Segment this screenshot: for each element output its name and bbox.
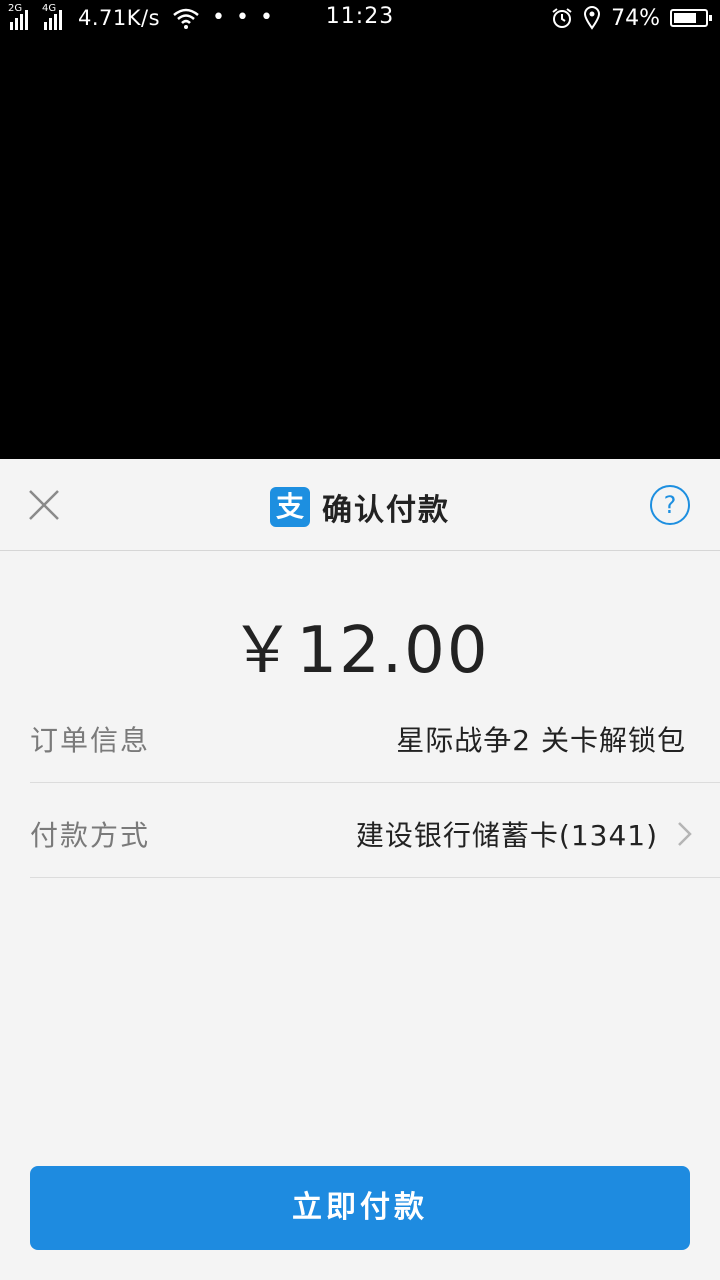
alipay-logo-icon: 支: [270, 487, 310, 527]
battery-percent: 74%: [611, 5, 660, 31]
page-title: 确认付款: [322, 493, 450, 528]
chevron-right-icon: [678, 821, 692, 846]
title-group: 支 确认付款: [0, 485, 720, 529]
order-info-row: 订单信息 星际战争2 关卡解锁包: [30, 695, 720, 783]
pay-now-button[interactable]: 立即付款: [30, 1166, 690, 1250]
status-right: 74%: [551, 4, 712, 32]
location-icon: [584, 6, 601, 30]
payment-sheet: 支 确认付款 ? ￥12.00 订单信息 星际战争2 关卡解锁包 付款方式 建设…: [0, 459, 720, 1280]
battery-icon: [670, 9, 712, 27]
alarm-icon: [552, 8, 572, 28]
help-icon[interactable]: ?: [650, 485, 690, 525]
order-info-value: 星际战争2 关卡解锁包: [396, 723, 686, 757]
payment-method-value: 建设银行储蓄卡(1341): [355, 818, 658, 852]
payment-method-label: 付款方式: [30, 818, 151, 852]
payment-method-row[interactable]: 付款方式 建设银行储蓄卡(1341): [30, 790, 720, 878]
payment-amount: ￥12.00: [230, 614, 490, 688]
order-info-label: 订单信息: [30, 723, 151, 757]
status-bar: 2G 4G 4.71K/s • • • 11:23 74%: [0, 0, 720, 36]
sheet-header: 支 确认付款 ?: [0, 459, 720, 551]
